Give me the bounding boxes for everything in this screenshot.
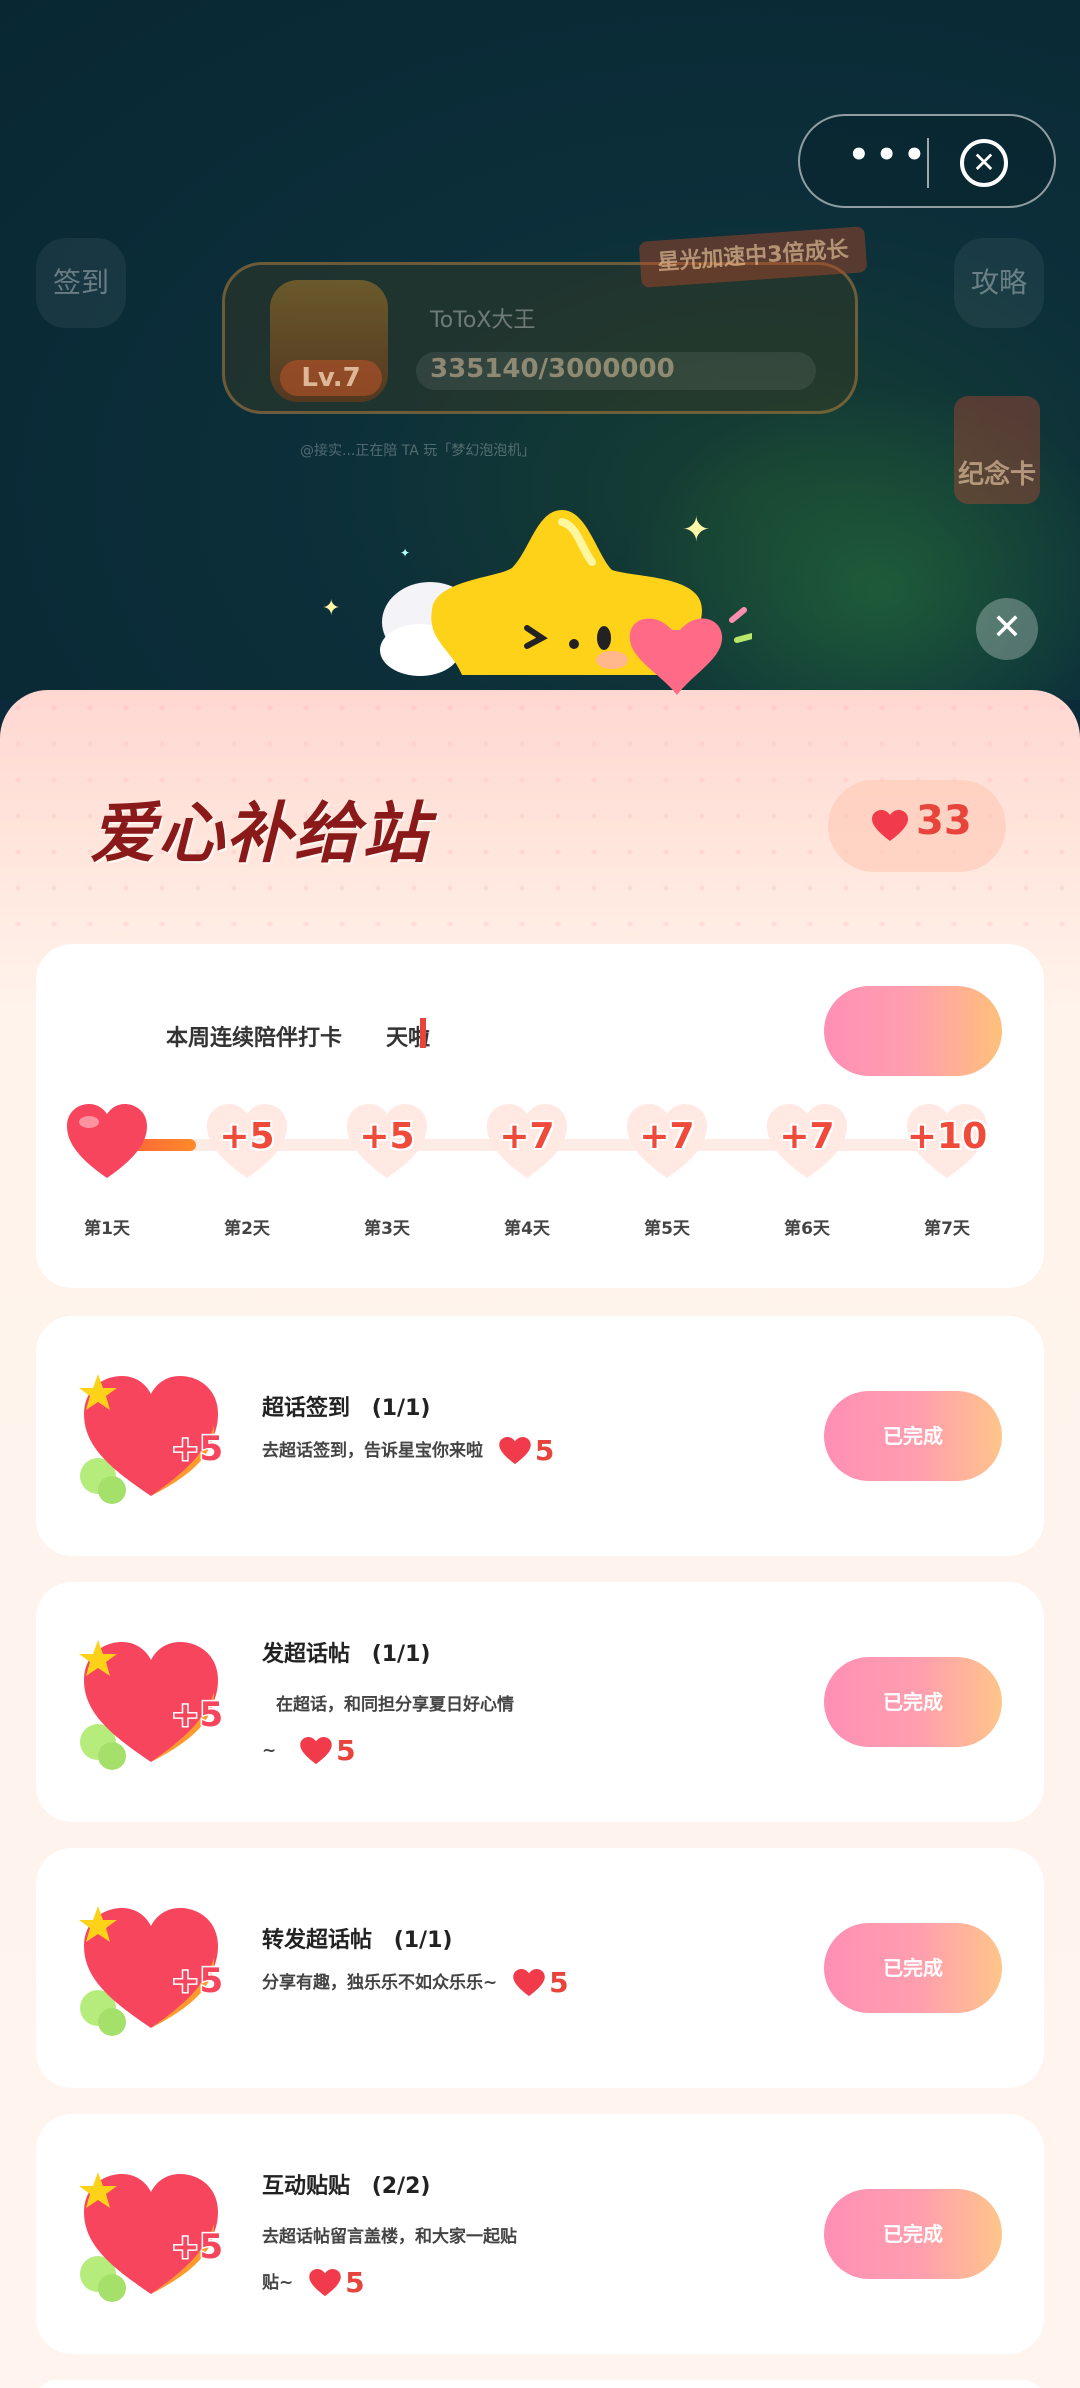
day-6-label: 第6天 [784, 1219, 830, 1239]
heart-reward-icon: +5 [79, 1906, 225, 2036]
icon-badge: +5 [171, 2227, 223, 2267]
heart-reward-icon: +5 [79, 1374, 225, 1504]
day-4-marker: +7 [482, 1104, 572, 1184]
sparkle-icon: ✦ [322, 596, 341, 621]
capsule-divider [927, 138, 929, 188]
task-title: 转发超话帖 (1/1) [262, 1922, 452, 1954]
task-description: 分享有趣，独乐乐不如众乐乐~ 5 [262, 1960, 569, 2006]
day-7-label: 第7天 [924, 1219, 970, 1239]
heart-reward-icon: +5 [79, 1640, 225, 1770]
day-1-label: 第1天 [84, 1219, 130, 1239]
task-title: 互动贴贴 (2/2) [262, 2168, 430, 2200]
day-7-reward: +10 [906, 1116, 988, 1157]
task-reward-value: 5 [345, 2266, 365, 2299]
day-2-label: 第2天 [224, 1219, 270, 1239]
broadcast-notice: @接实...正在陪 TA 玩「梦幻泡泡机」 [300, 443, 536, 459]
task-desc-text: 在超话，和同担分享夏日好心情 [276, 1695, 514, 1715]
checkin-side-button: 签到 [36, 238, 126, 328]
task-reward: 5 [309, 2260, 365, 2306]
star-mascot-illustration [380, 510, 752, 695]
task-desc-text: 去超话签到，告诉星宝你来啦 [262, 1441, 483, 1461]
task-progress: (2/2) [371, 2174, 431, 2199]
task-description: 在超话，和同担分享夏日好心情 [276, 1682, 514, 1728]
task-title-text: 发超话帖 [262, 1642, 351, 1667]
task-reward-value: 5 [549, 1966, 569, 1999]
heart-supply-sheet: 爱心补给站 33 本周连续陪伴打卡 天啦 +5 +5 +7 +7 +7 +10 … [0, 690, 1080, 2388]
capsule-close-button[interactable]: ✕ [960, 139, 1008, 187]
page-title: 爱心补给站 [90, 795, 430, 872]
exp-progress-text: 335140/3000000 [430, 354, 675, 384]
heart-balance-value: 33 [916, 798, 972, 844]
task-reward: 5 [499, 1428, 554, 1474]
task-title-text: 互动贴贴 [262, 2174, 351, 2199]
icon-badge: +5 [171, 1961, 223, 2001]
day-2-reward: +5 [219, 1116, 275, 1157]
task-description-line2: ~ 5 [262, 1728, 356, 1774]
task-reward-value: 5 [534, 1434, 555, 1467]
day-3-reward: +5 [359, 1116, 415, 1157]
checkin-button[interactable] [824, 986, 1002, 1076]
level-badge: Lv.7 [280, 360, 382, 396]
task-desc-text: 分享有趣，独乐乐不如众乐乐~ [262, 1973, 498, 1993]
heart-icon [309, 2269, 341, 2297]
task-reward-value: 5 [336, 1734, 356, 1767]
task-desc-text: 贴~ [262, 2273, 294, 2293]
task-card-post-super-topic: +5 发超话帖 (1/1) 在超话，和同担分享夏日好心情 ~ 5 已完成 [36, 1582, 1044, 1822]
day-4-label: 第4天 [504, 1219, 550, 1239]
heart-icon [300, 1737, 332, 1765]
day-7-marker: +10 [902, 1104, 992, 1184]
task-reward: 5 [300, 1728, 356, 1774]
task-title-text: 转发超话帖 [262, 1928, 373, 1953]
task-progress: (1/1) [371, 1642, 431, 1667]
day-6-marker: +7 [762, 1104, 852, 1184]
task-title-text: 超话签到 [262, 1396, 351, 1421]
day-3-marker: +5 [342, 1104, 432, 1184]
day-4-reward: +7 [499, 1116, 555, 1157]
day-1-marker [62, 1104, 152, 1184]
task-title: 超话签到 (1/1) [262, 1390, 430, 1422]
task-card-repost-super-topic: +5 转发超话帖 (1/1) 分享有趣，独乐乐不如众乐乐~ 5 已完成 [36, 1848, 1044, 2088]
icon-badge: +5 [171, 1695, 223, 1735]
task-card-super-topic-checkin: +5 超话签到 (1/1) 去超话签到，告诉星宝你来啦 5 已完成 [36, 1316, 1044, 1556]
task-reward: 5 [513, 1960, 569, 2006]
guide-side-button: 攻略 [954, 238, 1044, 328]
task-description: 去超话签到，告诉星宝你来啦 5 [262, 1428, 554, 1474]
task-desc-text: ~ [262, 1741, 277, 1761]
task-card-interact-comment: +5 互动贴贴 (2/2) 去超话帖留言盖楼，和大家一起贴 贴~ 5 已完成 [36, 2114, 1044, 2354]
task-done-button[interactable]: 已完成 [824, 2189, 1002, 2279]
heart-balance: 33 [828, 780, 1006, 872]
more-button[interactable]: ••• [848, 138, 925, 176]
souvenir-card: 纪念卡 [954, 396, 1040, 504]
day-5-marker: +7 [622, 1104, 712, 1184]
heart-reward-icon: +5 [79, 2172, 225, 2302]
task-done-button[interactable]: 已完成 [824, 1657, 1002, 1747]
day-5-label: 第5天 [644, 1219, 690, 1239]
day-5-reward: +7 [639, 1116, 695, 1157]
day-3-label: 第3天 [364, 1219, 410, 1239]
task-done-button[interactable]: 已完成 [824, 1923, 1002, 2013]
task-progress: (1/1) [371, 1396, 431, 1421]
mini-program-capsule: ••• ✕ [798, 114, 1056, 208]
task-description: 去超话帖留言盖楼，和大家一起贴 [262, 2214, 517, 2260]
icon-badge: +5 [171, 1429, 223, 1469]
streak-card: 本周连续陪伴打卡 天啦 +5 +5 +7 +7 +7 +10 第1天 第2天 第… [36, 944, 1044, 1288]
next-task-card [36, 2380, 1044, 2388]
heart-icon [67, 1104, 147, 1178]
day-6-reward: +7 [779, 1116, 835, 1157]
heart-icon [499, 1437, 531, 1465]
task-title: 发超话帖 (1/1) [262, 1636, 430, 1668]
task-done-button[interactable]: 已完成 [824, 1391, 1002, 1481]
streak-count-cursor [420, 1018, 426, 1048]
day-2-marker: +5 [202, 1104, 292, 1184]
task-description-line2: 贴~ 5 [262, 2260, 365, 2306]
heart-icon [872, 810, 908, 841]
streak-text: 本周连续陪伴打卡 [166, 1026, 343, 1051]
username: ToToX大王 [430, 308, 536, 333]
task-progress: (1/1) [393, 1928, 453, 1953]
task-desc-text: 去超话帖留言盖楼，和大家一起贴 [262, 2227, 517, 2247]
popup-close-button[interactable]: ✕ [976, 598, 1038, 660]
heart-icon [513, 1969, 545, 1997]
